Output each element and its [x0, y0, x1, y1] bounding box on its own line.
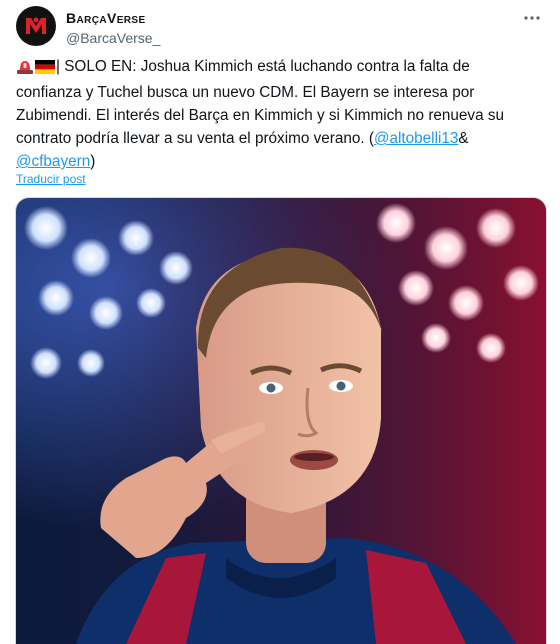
barcaverse-logo — [26, 17, 46, 34]
display-name[interactable]: BarçaVerse — [66, 9, 160, 27]
handle[interactable]: @BarcaVerse_ — [66, 29, 160, 47]
tweet-media-image[interactable] — [15, 197, 547, 644]
tweet-text-end: ) — [90, 153, 96, 170]
germany-flag-icon — [35, 58, 55, 81]
author-names: BarçaVerse @BarcaVerse_ — [66, 9, 160, 47]
tweet-header: BarçaVerse @BarcaVerse_ — [16, 6, 548, 48]
player-photo — [16, 198, 546, 644]
avatar[interactable] — [16, 6, 56, 46]
more-dots-icon[interactable] — [520, 8, 544, 28]
mention-cfbayern[interactable]: @cfbayern — [16, 153, 90, 170]
translate-post-link[interactable]: Traducir post — [16, 172, 86, 186]
siren-icon — [16, 58, 34, 81]
mention-altobelli13[interactable]: @altobelli13 — [374, 130, 458, 147]
tweet-text-between: & — [458, 130, 473, 147]
tweet: BarçaVerse @BarcaVerse_ | SOLO EN: Joshu… — [0, 0, 560, 644]
tweet-text: | SOLO EN: Joshua Kimmich está luchando … — [16, 55, 538, 173]
